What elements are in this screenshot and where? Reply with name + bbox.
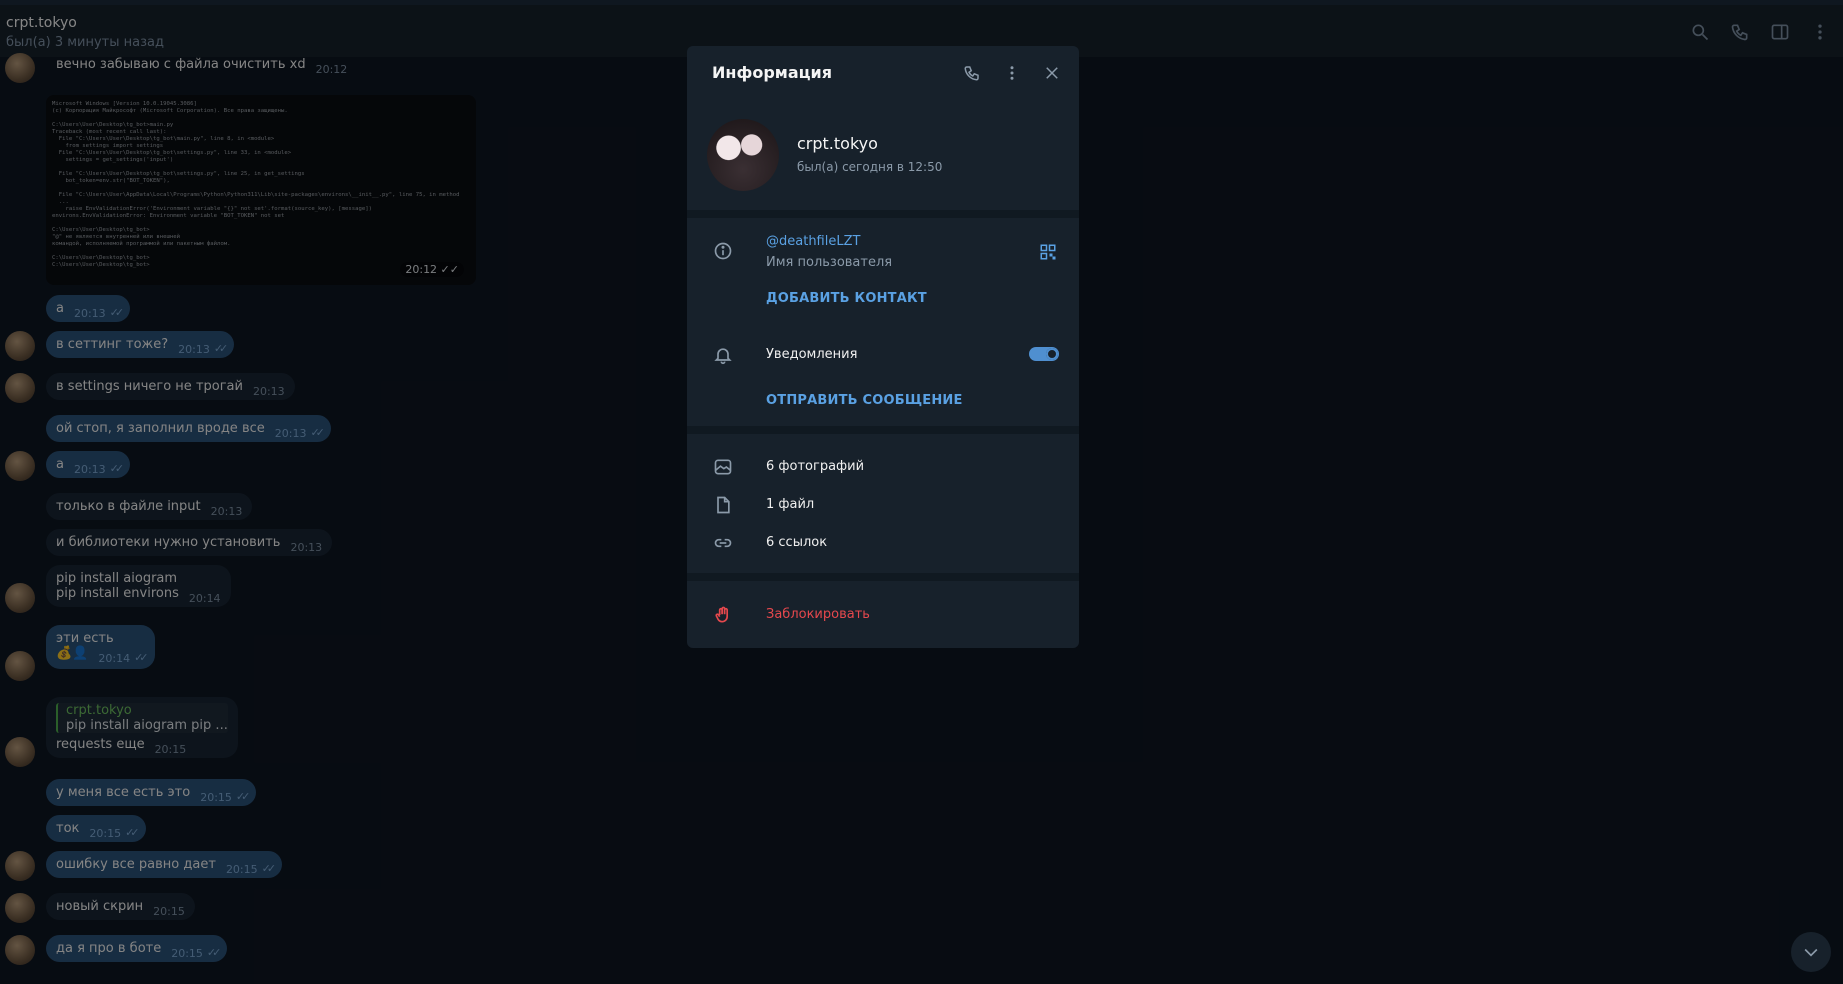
photos-count[interactable]: 6 фотографий bbox=[766, 459, 864, 474]
send-message-button[interactable]: ОТПРАВИТЬ СООБЩЕНИЕ bbox=[766, 393, 963, 408]
profile-avatar[interactable] bbox=[707, 119, 779, 191]
user-info-dialog: Информация crpt.tokyo был(а) сегодня в 1… bbox=[687, 46, 1079, 648]
username-label: Имя пользователя bbox=[766, 255, 893, 270]
qr-code-icon[interactable] bbox=[1039, 243, 1057, 261]
phone-icon[interactable] bbox=[963, 64, 981, 82]
username-link[interactable]: @deathfileLZT bbox=[766, 234, 860, 249]
close-icon[interactable] bbox=[1043, 64, 1061, 82]
chat-app: crpt.tokyo был(а) 3 минуты назад вечно з… bbox=[0, 0, 1843, 984]
add-contact-button[interactable]: ДОБАВИТЬ КОНТАКТ bbox=[766, 291, 927, 306]
file-icon bbox=[712, 494, 734, 516]
section-divider bbox=[687, 573, 1079, 581]
photo-icon bbox=[712, 456, 734, 478]
profile-name: crpt.tokyo bbox=[797, 134, 878, 153]
section-divider bbox=[687, 210, 1079, 218]
bell-icon bbox=[712, 344, 734, 366]
more-vertical-icon[interactable] bbox=[1003, 64, 1021, 82]
dialog-actions bbox=[963, 64, 1061, 82]
info-icon bbox=[712, 240, 734, 262]
notifications-toggle[interactable] bbox=[1029, 347, 1059, 361]
files-count[interactable]: 1 файл bbox=[766, 497, 814, 512]
chevron-down-icon bbox=[1804, 948, 1818, 957]
scroll-down-button[interactable] bbox=[1791, 932, 1831, 972]
links-count[interactable]: 6 ссылок bbox=[766, 535, 827, 550]
section-divider bbox=[687, 426, 1079, 434]
block-user-button[interactable]: Заблокировать bbox=[766, 607, 870, 622]
dialog-title: Информация bbox=[712, 63, 832, 82]
link-icon bbox=[712, 532, 734, 554]
hand-block-icon bbox=[712, 604, 734, 626]
notifications-label: Уведомления bbox=[766, 347, 858, 362]
profile-last-seen: был(а) сегодня в 12:50 bbox=[797, 160, 943, 174]
